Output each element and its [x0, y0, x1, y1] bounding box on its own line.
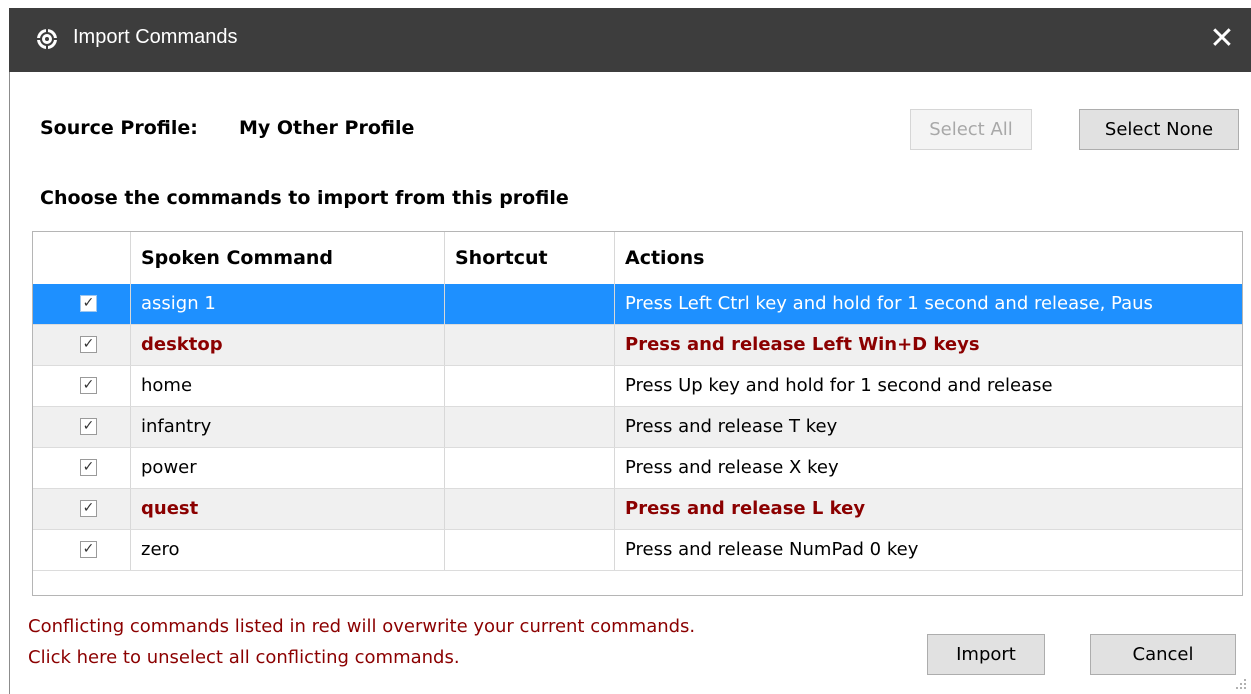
table-row[interactable]: ✓ home Press Up key and hold for 1 second … [33, 366, 1242, 407]
spoken-command-cell: desktop [130, 325, 444, 365]
spoken-command-cell: quest [130, 489, 444, 529]
window-title: Import Commands [73, 26, 238, 48]
row-checkbox-cell: ✓ [33, 284, 130, 324]
spoken-command-cell: zero [130, 530, 444, 570]
resize-grip-icon[interactable] [1235, 678, 1247, 690]
shortcut-cell [444, 407, 614, 447]
column-header-spoken-command[interactable]: Spoken Command [130, 232, 444, 284]
actions-cell: Press and release L key [614, 489, 1242, 529]
table-row[interactable]: ✓ power Press and release X key [33, 448, 1242, 489]
table-row[interactable]: ✓ zero Press and release NumPad 0 key [33, 530, 1242, 571]
shortcut-cell [444, 448, 614, 488]
table-row[interactable]: ✓ quest Press and release L key [33, 489, 1242, 530]
column-header-actions[interactable]: Actions [614, 232, 1242, 284]
row-checkbox-cell: ✓ [33, 530, 130, 570]
shortcut-cell [444, 284, 614, 324]
shortcut-cell [444, 366, 614, 406]
title-bar: Import Commands ✕ [9, 8, 1251, 72]
actions-cell: Press and release NumPad 0 key [614, 530, 1242, 570]
row-checkbox[interactable]: ✓ [80, 377, 97, 394]
spoken-command-cell: home [130, 366, 444, 406]
spoken-command-cell: infantry [130, 407, 444, 447]
spoken-command-cell: power [130, 448, 444, 488]
import-dialog: Source Profile: My Other Profile Select … [9, 72, 1251, 694]
row-checkbox-cell: ✓ [33, 489, 130, 529]
instructions-label: Choose the commands to import from this … [40, 187, 569, 209]
shortcut-cell [444, 489, 614, 529]
commands-table: Spoken Command Shortcut Actions ✓ assign … [32, 231, 1243, 596]
import-button[interactable]: Import [927, 634, 1045, 675]
table-row[interactable]: ✓ desktop Press and release Left Win+D key… [33, 325, 1242, 366]
row-checkbox-cell: ✓ [33, 448, 130, 488]
import-label: Import [956, 644, 1016, 665]
checkbox-column-header[interactable] [33, 232, 130, 284]
table-row[interactable]: ✓ assign 1 Press Left Ctrl key and hold fo… [33, 284, 1242, 325]
shortcut-cell [444, 530, 614, 570]
row-checkbox[interactable]: ✓ [80, 500, 97, 517]
actions-cell: Press and release X key [614, 448, 1242, 488]
unselect-conflicts-link[interactable]: Click here to unselect all conflicting c… [28, 647, 460, 668]
conflict-warning: Conflicting commands listed in red will … [28, 616, 696, 637]
gear-icon [37, 29, 57, 49]
select-all-button[interactable]: Select All [910, 109, 1032, 150]
row-checkbox[interactable]: ✓ [80, 459, 97, 476]
table-header: Spoken Command Shortcut Actions [33, 232, 1242, 285]
source-profile-value: My Other Profile [239, 117, 415, 139]
table-row[interactable]: ✓ infantry Press and release T key [33, 407, 1242, 448]
spoken-command-cell: assign 1 [130, 284, 444, 324]
row-checkbox-cell: ✓ [33, 407, 130, 447]
actions-cell: Press and release Left Win+D keys [614, 325, 1242, 365]
row-checkbox[interactable]: ✓ [80, 336, 97, 353]
shortcut-cell [444, 325, 614, 365]
cancel-button[interactable]: Cancel [1090, 634, 1236, 675]
select-none-button[interactable]: Select None [1079, 109, 1239, 150]
select-none-label: Select None [1104, 119, 1214, 140]
select-all-label: Select All [929, 119, 1013, 140]
row-checkbox[interactable]: ✓ [80, 541, 97, 558]
column-header-shortcut[interactable]: Shortcut [444, 232, 614, 284]
cancel-label: Cancel [1132, 644, 1194, 665]
source-profile-label: Source Profile: [40, 117, 198, 139]
row-checkbox[interactable]: ✓ [80, 295, 97, 312]
row-checkbox-cell: ✓ [33, 366, 130, 406]
actions-cell: Press Left Ctrl key and hold for 1 secon… [614, 284, 1242, 324]
close-icon[interactable]: ✕ [1205, 22, 1239, 56]
row-checkbox[interactable]: ✓ [80, 418, 97, 435]
actions-cell: Press Up key and hold for 1 second and r… [614, 366, 1242, 406]
row-checkbox-cell: ✓ [33, 325, 130, 365]
actions-cell: Press and release T key [614, 407, 1242, 447]
